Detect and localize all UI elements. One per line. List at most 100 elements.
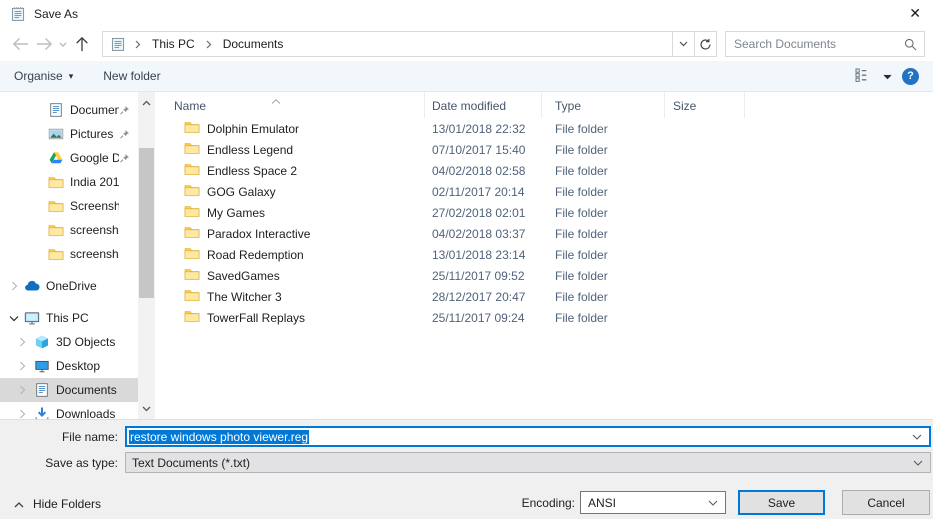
breadcrumb-this-pc[interactable]: This PC <box>145 32 202 56</box>
forward-icon[interactable] <box>32 32 56 56</box>
file-rows: Dolphin Emulator 13/01/2018 22:32 File f… <box>159 118 933 328</box>
this-pc-icon <box>24 310 40 326</box>
column-header-date-modified[interactable]: Date modified <box>425 92 542 118</box>
expand-chevron-icon[interactable] <box>8 281 20 291</box>
scroll-up-icon[interactable] <box>138 94 155 111</box>
sidebar-item-onedrive[interactable]: OneDrive <box>0 274 138 298</box>
file-row-date-modified: 25/11/2017 09:52 <box>432 268 525 283</box>
view-options-chevron-icon[interactable] <box>883 69 892 83</box>
pin-icon <box>119 409 130 420</box>
file-row-type: File folder <box>555 163 608 178</box>
column-header-size[interactable]: Size <box>665 92 745 118</box>
address-bar[interactable]: This PC Documents <box>102 31 673 57</box>
sidebar-item-label: Downloads <box>56 407 116 419</box>
column-header-type[interactable]: Type <box>542 92 665 118</box>
file-row-name: GOG Galaxy <box>207 184 276 199</box>
expand-chevron-icon[interactable] <box>8 315 20 322</box>
file-row[interactable]: The Witcher 3 28/12/2017 20:47 File fold… <box>159 286 933 307</box>
sidebar-item-label: screenshots <box>70 247 119 261</box>
expand-chevron-icon[interactable] <box>16 409 28 419</box>
refresh-icon[interactable] <box>694 31 717 57</box>
sidebar-item-label: This PC <box>46 311 89 325</box>
save-button[interactable]: Save <box>738 490 825 515</box>
file-row-name: Dolphin Emulator <box>207 121 300 136</box>
file-row-name: Road Redemption <box>207 247 304 262</box>
file-row-type: File folder <box>555 289 608 304</box>
file-row-name: The Witcher 3 <box>207 289 282 304</box>
sidebar-item-india-2018[interactable]: India 2018 <box>0 170 138 194</box>
sidebar-item-3d-objects[interactable]: 3D Objects <box>0 330 138 354</box>
sidebar-item-desktop[interactable]: Desktop <box>0 354 138 378</box>
file-row-date-modified: 28/12/2017 20:47 <box>432 289 526 304</box>
file-row[interactable]: Endless Legend 07/10/2017 15:40 File fol… <box>159 139 933 160</box>
breadcrumb-documents[interactable]: Documents <box>216 32 291 56</box>
column-header-name[interactable]: Name <box>159 92 425 118</box>
sidebar-item-label: 3D Objects <box>56 335 116 349</box>
folder-icon <box>184 224 200 243</box>
recent-locations-chevron-icon[interactable] <box>56 32 70 56</box>
file-row[interactable]: SavedGames 25/11/2017 09:52 File folder <box>159 265 933 286</box>
help-icon[interactable]: ? <box>902 67 919 85</box>
dialog-footer: File name: restore windows photo viewer.… <box>0 419 933 519</box>
details-view-icon[interactable] <box>855 68 873 85</box>
file-row[interactable]: Dolphin Emulator 13/01/2018 22:32 File f… <box>159 118 933 139</box>
google-drive-icon <box>48 150 64 166</box>
breadcrumb-chevron-icon[interactable] <box>202 40 216 49</box>
expand-chevron-icon[interactable] <box>16 361 28 371</box>
back-icon[interactable] <box>8 32 32 56</box>
pin-icon <box>119 225 130 236</box>
file-row[interactable]: Paradox Interactive 04/02/2018 03:37 Fil… <box>159 223 933 244</box>
3d-objects-icon <box>34 334 50 350</box>
folder-icon <box>48 174 64 190</box>
sidebar-item-screenshots[interactable]: screenshots <box>0 242 138 266</box>
address-dropdown-chevron-icon[interactable] <box>672 31 695 57</box>
file-row-date-modified: 27/02/2018 02:01 <box>432 205 526 220</box>
up-icon[interactable] <box>70 32 94 56</box>
sidebar-item-documents[interactable]: Documents <box>0 378 138 402</box>
file-row[interactable]: My Games 27/02/2018 02:01 File folder <box>159 202 933 223</box>
sidebar-item-screenshots[interactable]: screenshots <box>0 218 138 242</box>
encoding-select[interactable]: ANSI <box>580 491 726 514</box>
file-row[interactable]: GOG Galaxy 02/11/2017 20:14 File folder <box>159 181 933 202</box>
file-row-type: File folder <box>555 310 608 325</box>
command-bar: Organise ▾ New folder ? <box>0 61 933 92</box>
close-icon[interactable]: ✕ <box>893 5 923 22</box>
save-as-type-label: Save as type: <box>45 456 118 470</box>
sidebar-item-google-drive[interactable]: Google Drive <box>0 146 138 170</box>
scroll-down-icon[interactable] <box>138 400 155 417</box>
folder-icon <box>184 287 200 306</box>
search-input[interactable] <box>726 37 900 51</box>
cancel-button[interactable]: Cancel <box>842 490 930 515</box>
sidebar-item-this-pc[interactable]: This PC <box>0 306 138 330</box>
expand-chevron-icon[interactable] <box>16 385 28 395</box>
file-row-date-modified: 13/01/2018 22:32 <box>432 121 526 136</box>
file-name-dropdown-chevron-icon[interactable] <box>912 434 922 440</box>
sidebar-item-downloads[interactable]: Downloads <box>0 402 138 419</box>
file-row-date-modified: 07/10/2017 15:40 <box>432 142 526 157</box>
organise-button[interactable]: Organise ▾ <box>14 69 73 83</box>
save-as-type-select[interactable]: Text Documents (*.txt) <box>125 452 931 473</box>
file-name-input[interactable]: restore windows photo viewer.reg <box>125 426 931 447</box>
pin-icon <box>119 281 130 292</box>
sidebar-item-label: Documents <box>56 383 117 397</box>
file-row[interactable]: TowerFall Replays 25/11/2017 09:24 File … <box>159 307 933 328</box>
breadcrumb-chevron-icon[interactable] <box>131 40 145 49</box>
scrollbar-thumb[interactable] <box>139 148 154 298</box>
folder-icon <box>184 245 200 264</box>
search-icon[interactable] <box>900 38 920 51</box>
file-row-type: File folder <box>555 268 608 283</box>
sidebar-item-documents[interactable]: Documents <box>0 98 138 122</box>
sidebar-item-screenshots[interactable]: Screenshots <box>0 194 138 218</box>
file-row-name: Endless Space 2 <box>207 163 298 178</box>
sidebar-item-pictures[interactable]: Pictures <box>0 122 138 146</box>
file-row[interactable]: Endless Space 2 04/02/2018 02:58 File fo… <box>159 160 933 181</box>
sort-ascending-icon <box>271 93 281 107</box>
sidebar-item-label: Pictures <box>70 127 114 141</box>
sidebar-scrollbar[interactable] <box>138 92 155 419</box>
new-folder-button[interactable]: New folder <box>103 69 160 83</box>
pin-icon <box>119 177 130 188</box>
expand-chevron-icon[interactable] <box>16 337 28 347</box>
hide-folders-button[interactable]: Hide Folders <box>14 492 101 516</box>
file-row[interactable]: Road Redemption 13/01/2018 23:14 File fo… <box>159 244 933 265</box>
pin-icon <box>119 249 130 260</box>
